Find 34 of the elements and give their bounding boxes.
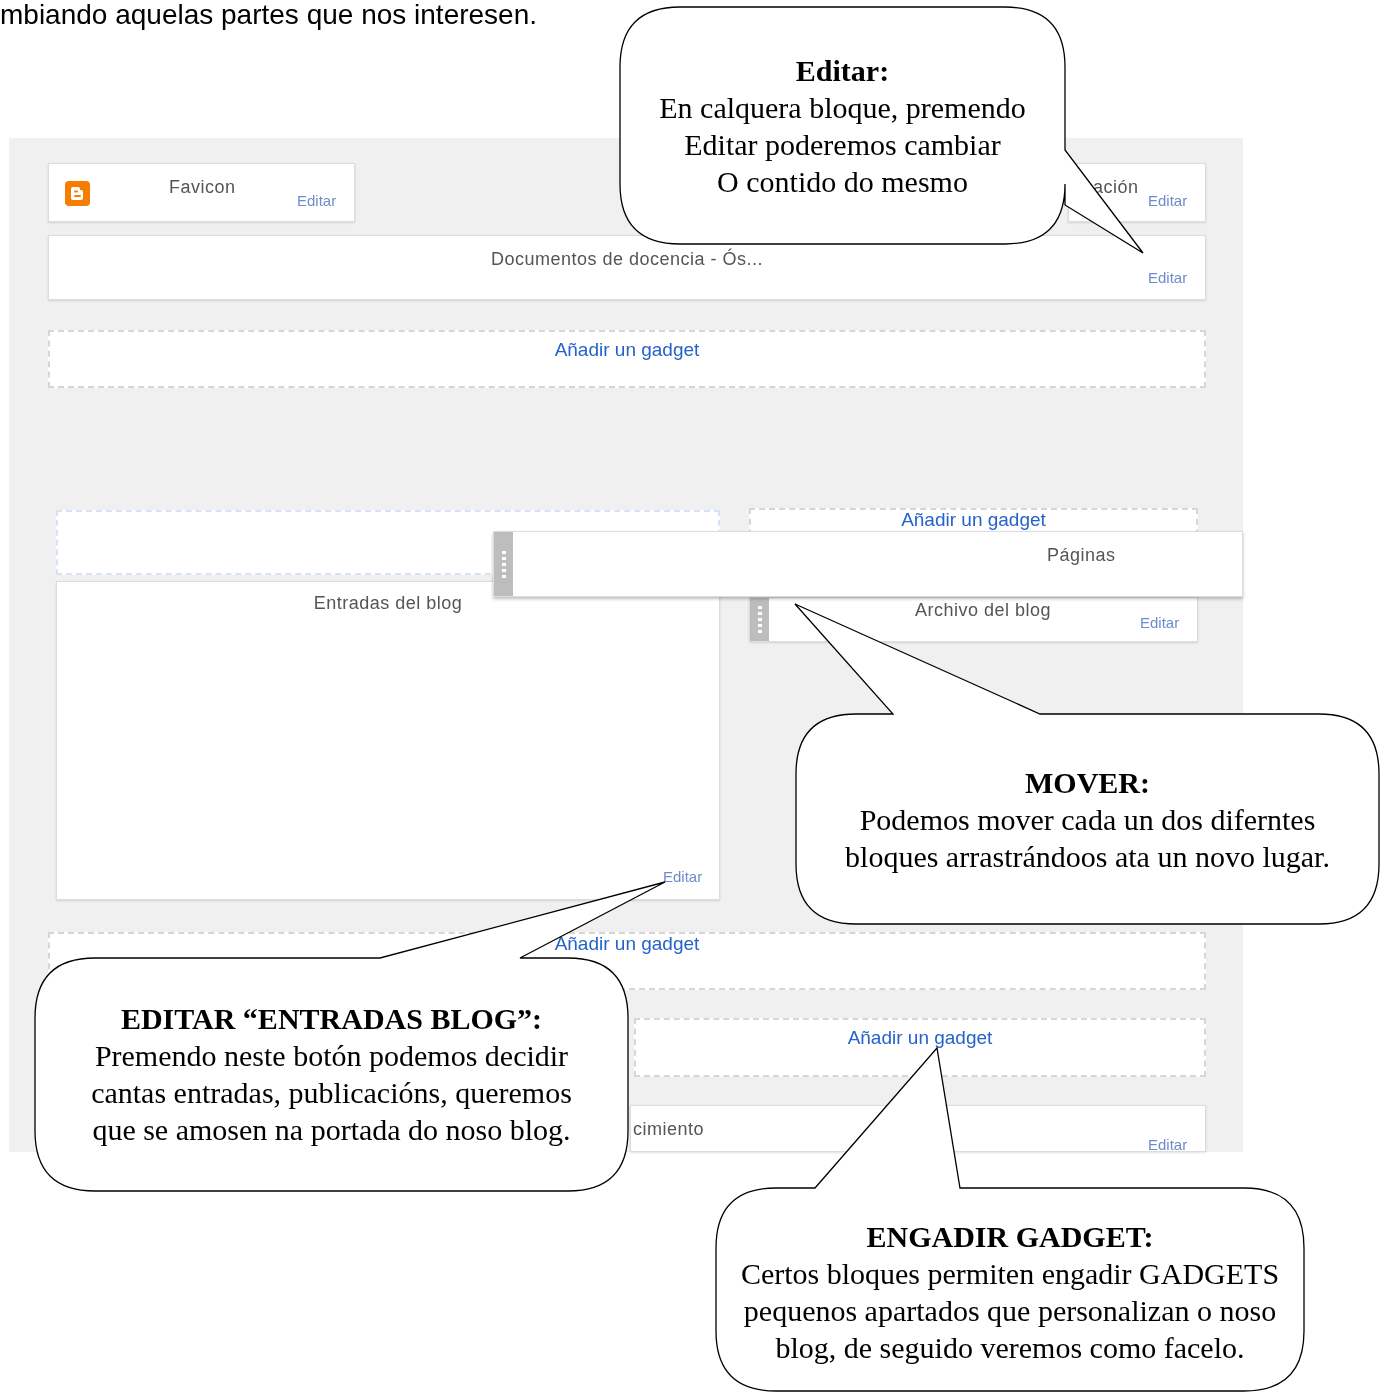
gadget-block[interactable]: Favicon Editar [48, 163, 355, 222]
gadget-title: Favicon [169, 176, 236, 198]
edit-link[interactable]: Editar [663, 868, 703, 886]
callout-text: En calquera bloque, premendo Editar poderemos cambiar O contido do mesmo [659, 90, 1026, 200]
gadget-title: cimiento [633, 1118, 705, 1140]
callout-text: Podemos mover cada un dos diferntes bloques arrastrándoos ata un novo lugar. [845, 802, 1330, 875]
callout-title: EDITAR “ENTRADAS BLOG”: [120, 1001, 543, 1037]
edit-link[interactable]: Editar [1148, 192, 1188, 210]
gadget-block[interactable]: Documentos de docencia - Ós... Editar [48, 235, 1206, 300]
add-gadget-link[interactable]: Añadir un gadget [901, 510, 1046, 530]
callout-title: Editar: [795, 53, 890, 89]
add-gadget-link[interactable]: Añadir un gadget [554, 340, 700, 360]
edit-link[interactable]: Editar [1148, 1136, 1188, 1154]
blog-logo-icon [65, 181, 90, 206]
intro-text: mbiando aquelas partes que nos interesen. [0, 0, 538, 30]
callout-text: Premendo neste botón podemos decidir cantas entradas, publicacións, queremos que se amosen na portada do noso blog. [91, 1038, 572, 1148]
edit-link[interactable]: Editar [297, 192, 337, 210]
callout-title: MOVER: [1025, 765, 1150, 801]
gadget-title: ación [1093, 176, 1139, 198]
gadget-title: Archivo del blog [913, 599, 1053, 621]
drag-handle[interactable] [750, 598, 769, 641]
gadget-title: Entradas del blog [312, 592, 464, 614]
callout-title: ENGADIR GADGET: [866, 1219, 1154, 1255]
gadget-block[interactable]: Entradas del blog Editar [56, 581, 720, 900]
add-gadget-link[interactable]: Añadir un gadget [554, 934, 700, 954]
add-gadget-link[interactable]: Añadir un gadget [847, 1028, 993, 1048]
edit-link[interactable]: Editar [1148, 269, 1188, 287]
edit-link[interactable]: Editar [1140, 614, 1180, 632]
drag-handle[interactable] [494, 532, 513, 596]
callout-text: Certos bloques permiten engadir GADGETS pequenos apartados que personalizan o noso blog, de seguido veremos como facelo. [740, 1256, 1280, 1366]
gadget-title: Páginas [1047, 544, 1116, 566]
gadget-block[interactable]: Archivo del blog Editar [749, 597, 1198, 642]
gadget-title: Documentos de docencia - Ós... [489, 248, 765, 270]
gadget-block[interactable]: Páginas [493, 531, 1243, 597]
